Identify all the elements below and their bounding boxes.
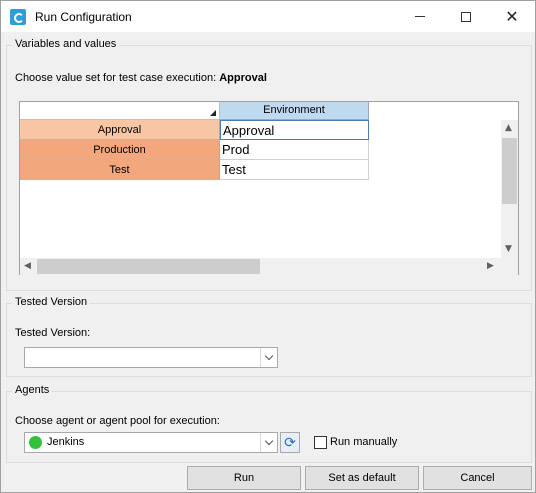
app-icon [10,9,26,25]
grid-cell-test[interactable]: Test [220,160,369,180]
chevron-down-icon [264,436,274,446]
window-title: Run Configuration [35,10,132,24]
scroll-right-icon[interactable]: ▶ [487,261,494,271]
close-icon: ✕ [505,7,519,26]
set-as-default-button[interactable]: Set as default [305,466,419,490]
value-set-current: Approval [219,72,267,84]
scrollbar-corner [501,258,518,275]
scroll-down-icon[interactable]: ▼ [505,244,512,254]
tested-version-label: Tested Version: [15,327,91,339]
grid-vertical-scrollbar[interactable]: ▲ ▼ [501,120,518,258]
agent-label: Choose agent or agent pool for execution… [15,415,220,427]
tested-version-dropdown[interactable] [24,347,278,368]
refresh-agents-button[interactable]: ⟳ [280,432,300,453]
row-header-production[interactable]: Production [20,140,220,160]
run-button[interactable]: Run [187,466,301,490]
run-configuration-dialog: Run Configuration ✕ Variables and values… [0,0,536,493]
agents-group-title: Agents [12,384,53,396]
grid-cell-approval[interactable]: Approval [220,120,369,140]
refresh-icon: ⟳ [284,434,296,451]
maximize-icon [461,11,471,22]
select-all-icon [210,110,216,116]
variables-group-title: Variables and values [12,38,120,50]
vertical-scroll-thumb[interactable] [502,138,517,204]
cancel-button[interactable]: Cancel [423,466,532,490]
chevron-down-icon [264,351,274,361]
run-manually-checkbox[interactable] [314,436,327,449]
close-button[interactable]: ✕ [489,1,535,32]
row-header-test[interactable]: Test [20,160,220,180]
minimize-icon [415,16,425,17]
value-set-prompt: Choose value set for test case execution… [15,72,267,84]
grid-cell-production[interactable]: Prod [220,140,369,160]
title-bar: Run Configuration ✕ [1,1,535,32]
tested-version-dropdown-arrow[interactable] [260,348,277,367]
scroll-up-icon[interactable]: ▲ [505,123,512,133]
scroll-left-icon[interactable]: ◀ [24,261,31,271]
agent-status-icon [29,436,42,449]
grid-horizontal-scrollbar[interactable]: ◀ ▶ [20,258,501,275]
run-manually-label[interactable]: Run manually [330,436,397,448]
maximize-button[interactable] [443,1,489,32]
tested-version-group-title: Tested Version [12,296,91,308]
value-set-prompt-text: Choose value set for test case execution… [15,72,220,84]
grid-corner[interactable] [20,102,220,120]
agent-selected-value: Jenkins [47,436,85,448]
horizontal-scroll-thumb[interactable] [37,259,260,274]
value-set-grid[interactable]: Environment Approval Approval Production… [19,101,519,275]
agent-dropdown-arrow[interactable] [260,433,277,452]
row-header-approval[interactable]: Approval [20,120,220,140]
minimize-button[interactable] [397,1,443,32]
agent-dropdown[interactable]: Jenkins [24,432,278,453]
column-header-environment[interactable]: Environment [220,102,369,120]
